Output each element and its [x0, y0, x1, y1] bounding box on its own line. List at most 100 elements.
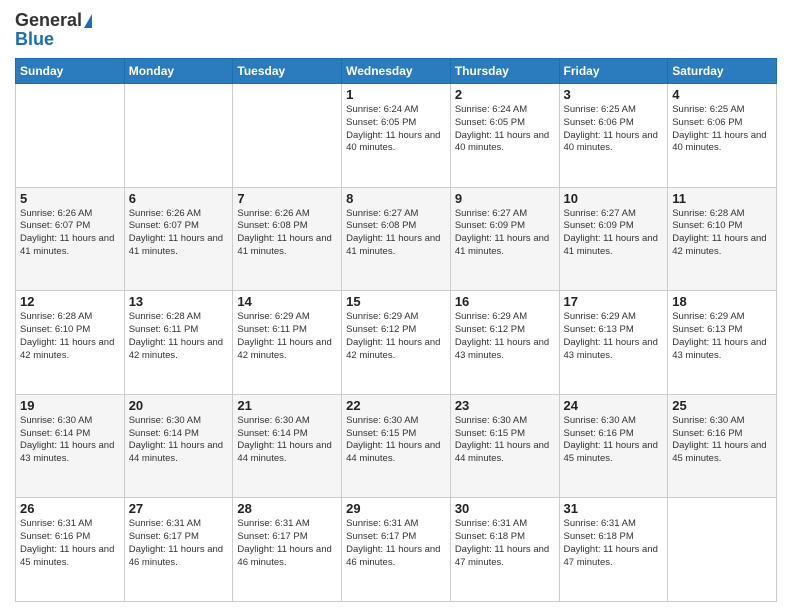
- col-header-tuesday: Tuesday: [233, 59, 342, 84]
- day-number: 3: [564, 87, 664, 102]
- calendar-cell: [16, 84, 125, 188]
- logo-triangle-icon: [84, 14, 92, 28]
- calendar-cell: 27 Sunrise: 6:31 AM Sunset: 6:17 PM Dayli…: [124, 498, 233, 602]
- day-number: 15: [346, 294, 446, 309]
- day-info: Sunrise: 6:30 AM Sunset: 6:14 PM Dayligh…: [237, 415, 337, 466]
- day-number: 29: [346, 501, 446, 516]
- day-info: Sunrise: 6:29 AM Sunset: 6:12 PM Dayligh…: [346, 311, 446, 362]
- calendar-cell: 23 Sunrise: 6:30 AM Sunset: 6:15 PM Dayli…: [450, 394, 559, 498]
- day-number: 20: [129, 398, 229, 413]
- day-number: 18: [672, 294, 772, 309]
- calendar-cell: 30 Sunrise: 6:31 AM Sunset: 6:18 PM Dayli…: [450, 498, 559, 602]
- day-number: 5: [20, 191, 120, 206]
- day-info: Sunrise: 6:25 AM Sunset: 6:06 PM Dayligh…: [564, 104, 664, 155]
- day-number: 30: [455, 501, 555, 516]
- day-number: 27: [129, 501, 229, 516]
- day-info: Sunrise: 6:30 AM Sunset: 6:14 PM Dayligh…: [20, 415, 120, 466]
- day-info: Sunrise: 6:31 AM Sunset: 6:18 PM Dayligh…: [564, 518, 664, 569]
- calendar-cell: 22 Sunrise: 6:30 AM Sunset: 6:15 PM Dayli…: [342, 394, 451, 498]
- day-number: 7: [237, 191, 337, 206]
- day-number: 10: [564, 191, 664, 206]
- day-number: 14: [237, 294, 337, 309]
- week-row-1: 1 Sunrise: 6:24 AM Sunset: 6:05 PM Daylig…: [16, 84, 777, 188]
- day-info: Sunrise: 6:26 AM Sunset: 6:07 PM Dayligh…: [20, 208, 120, 259]
- day-number: 8: [346, 191, 446, 206]
- calendar-cell: 2 Sunrise: 6:24 AM Sunset: 6:05 PM Daylig…: [450, 84, 559, 188]
- day-info: Sunrise: 6:31 AM Sunset: 6:16 PM Dayligh…: [20, 518, 120, 569]
- calendar-cell: 9 Sunrise: 6:27 AM Sunset: 6:09 PM Daylig…: [450, 187, 559, 291]
- calendar: SundayMondayTuesdayWednesdayThursdayFrid…: [15, 58, 777, 602]
- day-info: Sunrise: 6:27 AM Sunset: 6:08 PM Dayligh…: [346, 208, 446, 259]
- calendar-cell: 25 Sunrise: 6:30 AM Sunset: 6:16 PM Dayli…: [668, 394, 777, 498]
- col-header-sunday: Sunday: [16, 59, 125, 84]
- day-info: Sunrise: 6:25 AM Sunset: 6:06 PM Dayligh…: [672, 104, 772, 155]
- calendar-cell: 7 Sunrise: 6:26 AM Sunset: 6:08 PM Daylig…: [233, 187, 342, 291]
- day-info: Sunrise: 6:30 AM Sunset: 6:14 PM Dayligh…: [129, 415, 229, 466]
- day-number: 26: [20, 501, 120, 516]
- day-info: Sunrise: 6:30 AM Sunset: 6:16 PM Dayligh…: [564, 415, 664, 466]
- day-number: 17: [564, 294, 664, 309]
- calendar-cell: 5 Sunrise: 6:26 AM Sunset: 6:07 PM Daylig…: [16, 187, 125, 291]
- col-header-friday: Friday: [559, 59, 668, 84]
- day-info: Sunrise: 6:24 AM Sunset: 6:05 PM Dayligh…: [455, 104, 555, 155]
- calendar-cell: 16Sunrise: 6:29 AM Sunset: 6:12 PM Dayli…: [450, 291, 559, 395]
- day-info: Sunrise: 6:24 AM Sunset: 6:05 PM Dayligh…: [346, 104, 446, 155]
- header: General Blue: [15, 10, 777, 50]
- day-number: 1: [346, 87, 446, 102]
- day-number: 4: [672, 87, 772, 102]
- week-row-4: 19 Sunrise: 6:30 AM Sunset: 6:14 PM Dayli…: [16, 394, 777, 498]
- day-info: Sunrise: 6:28 AM Sunset: 6:10 PM Dayligh…: [20, 311, 120, 362]
- day-info: Sunrise: 6:29 AM Sunset: 6:13 PM Dayligh…: [672, 311, 772, 362]
- calendar-cell: 20 Sunrise: 6:30 AM Sunset: 6:14 PM Dayli…: [124, 394, 233, 498]
- logo: General Blue: [15, 10, 92, 50]
- calendar-cell: 6Sunrise: 6:26 AM Sunset: 6:07 PM Daylig…: [124, 187, 233, 291]
- day-info: Sunrise: 6:27 AM Sunset: 6:09 PM Dayligh…: [455, 208, 555, 259]
- week-row-3: 12Sunrise: 6:28 AM Sunset: 6:10 PM Dayli…: [16, 291, 777, 395]
- calendar-cell: 14 Sunrise: 6:29 AM Sunset: 6:11 PM Dayli…: [233, 291, 342, 395]
- col-header-wednesday: Wednesday: [342, 59, 451, 84]
- day-info: Sunrise: 6:26 AM Sunset: 6:07 PM Dayligh…: [129, 208, 229, 259]
- day-info: Sunrise: 6:29 AM Sunset: 6:13 PM Dayligh…: [564, 311, 664, 362]
- day-info: Sunrise: 6:26 AM Sunset: 6:08 PM Dayligh…: [237, 208, 337, 259]
- day-number: 28: [237, 501, 337, 516]
- day-number: 9: [455, 191, 555, 206]
- logo-general-text: General: [15, 10, 82, 31]
- day-info: Sunrise: 6:31 AM Sunset: 6:17 PM Dayligh…: [129, 518, 229, 569]
- week-row-2: 5 Sunrise: 6:26 AM Sunset: 6:07 PM Daylig…: [16, 187, 777, 291]
- calendar-cell: 29 Sunrise: 6:31 AM Sunset: 6:17 PM Dayli…: [342, 498, 451, 602]
- calendar-cell: 13Sunrise: 6:28 AM Sunset: 6:11 PM Dayli…: [124, 291, 233, 395]
- calendar-cell: 3 Sunrise: 6:25 AM Sunset: 6:06 PM Daylig…: [559, 84, 668, 188]
- calendar-cell: 17 Sunrise: 6:29 AM Sunset: 6:13 PM Dayli…: [559, 291, 668, 395]
- day-number: 23: [455, 398, 555, 413]
- day-info: Sunrise: 6:31 AM Sunset: 6:18 PM Dayligh…: [455, 518, 555, 569]
- calendar-cell: 8 Sunrise: 6:27 AM Sunset: 6:08 PM Daylig…: [342, 187, 451, 291]
- day-number: 11: [672, 191, 772, 206]
- calendar-cell: 12Sunrise: 6:28 AM Sunset: 6:10 PM Dayli…: [16, 291, 125, 395]
- day-info: Sunrise: 6:30 AM Sunset: 6:15 PM Dayligh…: [346, 415, 446, 466]
- day-number: 2: [455, 87, 555, 102]
- day-info: Sunrise: 6:28 AM Sunset: 6:10 PM Dayligh…: [672, 208, 772, 259]
- calendar-cell: 19 Sunrise: 6:30 AM Sunset: 6:14 PM Dayli…: [16, 394, 125, 498]
- day-number: 24: [564, 398, 664, 413]
- calendar-cell: 4 Sunrise: 6:25 AM Sunset: 6:06 PM Daylig…: [668, 84, 777, 188]
- calendar-cell: 28Sunrise: 6:31 AM Sunset: 6:17 PM Dayli…: [233, 498, 342, 602]
- calendar-cell: [124, 84, 233, 188]
- day-info: Sunrise: 6:30 AM Sunset: 6:15 PM Dayligh…: [455, 415, 555, 466]
- calendar-cell: [233, 84, 342, 188]
- week-row-5: 26 Sunrise: 6:31 AM Sunset: 6:16 PM Dayli…: [16, 498, 777, 602]
- calendar-cell: [668, 498, 777, 602]
- day-number: 31: [564, 501, 664, 516]
- day-info: Sunrise: 6:28 AM Sunset: 6:11 PM Dayligh…: [129, 311, 229, 362]
- calendar-header-row: SundayMondayTuesdayWednesdayThursdayFrid…: [16, 59, 777, 84]
- day-number: 22: [346, 398, 446, 413]
- logo-blue-text: Blue: [15, 29, 54, 50]
- day-number: 19: [20, 398, 120, 413]
- calendar-cell: 26 Sunrise: 6:31 AM Sunset: 6:16 PM Dayli…: [16, 498, 125, 602]
- day-info: Sunrise: 6:31 AM Sunset: 6:17 PM Dayligh…: [346, 518, 446, 569]
- day-number: 25: [672, 398, 772, 413]
- day-info: Sunrise: 6:30 AM Sunset: 6:16 PM Dayligh…: [672, 415, 772, 466]
- calendar-cell: 18 Sunrise: 6:29 AM Sunset: 6:13 PM Dayli…: [668, 291, 777, 395]
- calendar-cell: 31 Sunrise: 6:31 AM Sunset: 6:18 PM Dayli…: [559, 498, 668, 602]
- day-info: Sunrise: 6:29 AM Sunset: 6:11 PM Dayligh…: [237, 311, 337, 362]
- calendar-cell: 15 Sunrise: 6:29 AM Sunset: 6:12 PM Dayli…: [342, 291, 451, 395]
